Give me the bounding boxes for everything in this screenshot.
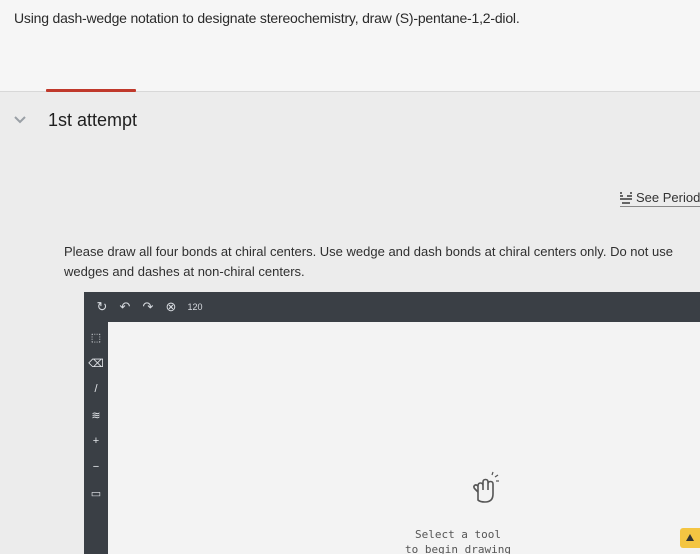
attempt-row[interactable]: 1st attempt: [0, 104, 700, 138]
single-bond-tool-icon[interactable]: /: [87, 380, 105, 398]
charge-plus-tool-icon[interactable]: +: [87, 432, 105, 450]
corner-help-icon[interactable]: [680, 528, 700, 548]
zoom-icon[interactable]: ⊗: [163, 299, 179, 315]
bracket-tool-icon[interactable]: ▭: [87, 484, 105, 502]
drawing-editor: ↻ ↶ ↷ ⊗ 120 ⬚ ⌫ / ≋ + − ▭ Select a tool …: [84, 292, 700, 554]
editor-toolbar: ↻ ↶ ↷ ⊗ 120: [84, 292, 700, 322]
undo-icon[interactable]: ↶: [117, 299, 133, 315]
question-text: Using dash-wedge notation to designate s…: [14, 10, 520, 26]
charge-minus-tool-icon[interactable]: −: [87, 458, 105, 476]
canvas-hint-line-1: Select a tool: [414, 528, 502, 541]
question-page: Using dash-wedge notation to designate s…: [0, 0, 700, 554]
reset-icon[interactable]: ↻: [94, 299, 110, 315]
canvas-hint-line-2: to begin drawing: [405, 543, 511, 554]
drawing-canvas[interactable]: Select a tool to begin drawing: [108, 322, 700, 554]
canvas-hint: Select a tool to begin drawing: [388, 527, 528, 554]
attempt-title: 1st attempt: [48, 110, 138, 130]
tap-hand-icon: [466, 470, 502, 506]
chevron-down-icon[interactable]: [12, 112, 28, 128]
eraser-tool-icon[interactable]: ⌫: [87, 354, 105, 372]
redo-icon[interactable]: ↷: [140, 299, 156, 315]
bond-angle-icon[interactable]: 120: [186, 299, 204, 315]
attempt-accent-bar: [46, 89, 136, 92]
editor-tool-sidebar: ⬚ ⌫ / ≋ + − ▭: [84, 322, 108, 554]
instructions-text: Please draw all four bonds at chiral cen…: [64, 244, 673, 279]
periodic-table-icon: [620, 191, 632, 204]
selection-tool-icon[interactable]: ⬚: [87, 328, 105, 346]
periodic-table-link[interactable]: See Periodic: [620, 190, 700, 207]
question-header: Using dash-wedge notation to designate s…: [0, 0, 700, 92]
periodic-table-link-label: See Periodic: [636, 190, 700, 205]
wavy-bond-tool-icon[interactable]: ≋: [87, 406, 105, 424]
